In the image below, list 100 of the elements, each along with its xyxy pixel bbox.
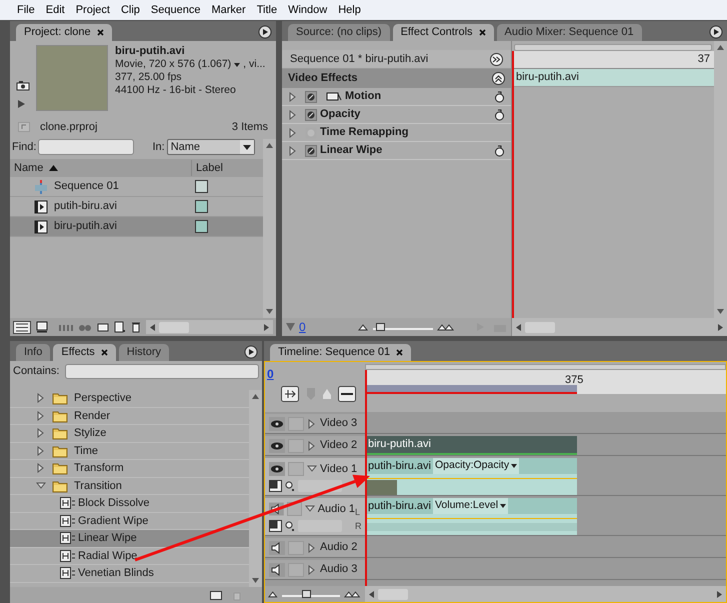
camera-icon[interactable]: [16, 80, 30, 91]
media-list-row[interactable]: putih-biru.avi: [10, 197, 263, 217]
horizontal-scrollbar[interactable]: [365, 586, 726, 602]
horizontal-scrollbar[interactable]: [146, 320, 273, 334]
effect-row[interactable]: Time Remapping: [282, 124, 511, 142]
zoom-scroll-bar[interactable]: [365, 364, 726, 370]
menu-item[interactable]: Window: [288, 2, 328, 18]
speaker-icon[interactable]: [269, 562, 285, 576]
display-style-icon[interactable]: [269, 480, 282, 492]
menu-item[interactable]: Clip: [120, 2, 140, 18]
zoom-scroll-bar[interactable]: [514, 44, 712, 51]
show-timeline-icon[interactable]: [490, 52, 503, 66]
expand-triangle-icon[interactable]: [307, 542, 317, 552]
menu-item[interactable]: Edit: [46, 2, 65, 18]
collapse-triangle-icon[interactable]: [36, 480, 46, 491]
scroll-thumb[interactable]: [378, 588, 408, 600]
expand-triangle-icon[interactable]: [36, 393, 46, 404]
play-icon[interactable]: [16, 99, 26, 109]
property-dropdown[interactable]: Volume:Level: [432, 498, 508, 514]
close-icon[interactable]: [478, 29, 486, 36]
panel-tab[interactable]: Audio Mixer: Sequence 01: [496, 24, 642, 41]
effect-toggle-icon[interactable]: [305, 90, 317, 102]
vertical-scrollbar[interactable]: [249, 390, 262, 587]
panel-tab[interactable]: History: [118, 344, 170, 361]
reset-icon[interactable]: [494, 90, 505, 102]
effect-toggle-icon[interactable]: [305, 144, 317, 156]
effect-item[interactable]: Linear Wipe: [10, 530, 249, 548]
slider-thumb[interactable]: [302, 590, 311, 598]
media-list-row[interactable]: biru-putih.avi: [10, 217, 263, 237]
zoom-in-icon[interactable]: [344, 590, 361, 598]
keyframe-icon[interactable]: [285, 520, 295, 532]
lock-toggle[interactable]: [288, 462, 304, 476]
panel-tab[interactable]: Project: clone: [16, 24, 112, 41]
panel-menu-icon[interactable]: [244, 345, 258, 359]
eye-icon[interactable]: [269, 416, 285, 430]
expand-triangle-icon[interactable]: [36, 428, 46, 438]
menu-item[interactable]: Project: [76, 2, 110, 18]
snap-icon[interactable]: [281, 386, 299, 402]
slider-thumb[interactable]: [376, 323, 385, 331]
zoom-slider[interactable]: [373, 322, 433, 332]
effect-folder[interactable]: Render: [10, 408, 249, 425]
sort-ascending-icon[interactable]: [49, 165, 58, 171]
expand-triangle-icon[interactable]: [307, 440, 317, 450]
expand-triangle-icon[interactable]: [36, 446, 46, 456]
effect-item[interactable]: Radial Wipe: [10, 548, 249, 565]
effect-row[interactable]: Motion: [282, 88, 511, 106]
horizontal-scrollbar[interactable]: [512, 318, 727, 336]
in-out-icon[interactable]: [338, 386, 356, 402]
effect-toggle-icon[interactable]: [305, 108, 317, 120]
timeline-clip[interactable]: biru-putih.avi: [365, 436, 577, 455]
panel-tab[interactable]: Timeline: Sequence 01: [270, 344, 412, 361]
close-icon[interactable]: [96, 29, 104, 36]
list-view-icon[interactable]: [13, 320, 31, 334]
keyframe-icon[interactable]: [285, 480, 295, 492]
menu-item[interactable]: Marker: [211, 2, 246, 18]
expand-triangle-icon[interactable]: [36, 410, 46, 421]
icon-view-icon[interactable]: [36, 321, 48, 333]
close-icon[interactable]: [396, 349, 404, 356]
caret-icon[interactable]: [234, 62, 240, 66]
scroll-thumb[interactable]: [525, 322, 555, 332]
vertical-scrollbar[interactable]: [714, 41, 727, 318]
panel-tab[interactable]: Effects: [53, 344, 116, 361]
find-field[interactable]: [38, 139, 134, 155]
menu-item[interactable]: Help: [338, 2, 361, 18]
delete-icon[interactable]: [131, 321, 141, 333]
zoom-out-icon[interactable]: [267, 590, 278, 598]
media-list-row[interactable]: Sequence 01: [10, 177, 263, 197]
expand-triangle-icon[interactable]: [36, 463, 46, 474]
property-dropdown[interactable]: Opacity:Opacity: [432, 458, 520, 474]
timeline-clip[interactable]: putih-biru.avi Opacity:Opacity: [365, 458, 577, 495]
time-ruler[interactable]: 375: [365, 370, 726, 394]
effect-item[interactable]: Block Dissolve: [10, 495, 249, 512]
panel-tab[interactable]: Info: [16, 344, 50, 361]
expand-triangle-icon[interactable]: [307, 564, 317, 574]
effect-folder[interactable]: Stylize: [10, 425, 249, 442]
collapse-triangle-icon[interactable]: [304, 504, 315, 514]
menu-item[interactable]: Title: [256, 2, 278, 18]
zoom-out-icon[interactable]: [357, 323, 369, 331]
panel-tab[interactable]: Source: (no clips): [288, 24, 390, 41]
display-style-icon[interactable]: [269, 520, 282, 532]
expand-triangle-icon[interactable]: [307, 418, 317, 428]
close-icon[interactable]: [100, 349, 108, 356]
contains-field[interactable]: [65, 364, 259, 378]
timeline-clip[interactable]: putih-biru.avi Volume:Level: [365, 498, 577, 535]
panel-menu-icon[interactable]: [709, 25, 723, 39]
reset-icon[interactable]: [494, 144, 505, 156]
vertical-scrollbar[interactable]: [263, 139, 276, 318]
zoom-in-icon[interactable]: [437, 323, 455, 331]
reset-icon[interactable]: [494, 108, 505, 120]
new-bin-icon[interactable]: [210, 590, 222, 600]
panel-menu-icon[interactable]: [258, 25, 272, 39]
effect-folder[interactable]: Transition: [10, 478, 249, 495]
effect-row[interactable]: Linear Wipe: [282, 142, 511, 160]
menu-item[interactable]: Sequence: [150, 2, 200, 18]
column-header[interactable]: Name: [14, 160, 44, 176]
scroll-thumb[interactable]: [159, 322, 189, 332]
effect-row[interactable]: Opacity: [282, 106, 511, 124]
transform-icon[interactable]: [326, 91, 342, 102]
menu-item[interactable]: File: [17, 2, 35, 18]
new-bin-icon[interactable]: [97, 322, 109, 332]
